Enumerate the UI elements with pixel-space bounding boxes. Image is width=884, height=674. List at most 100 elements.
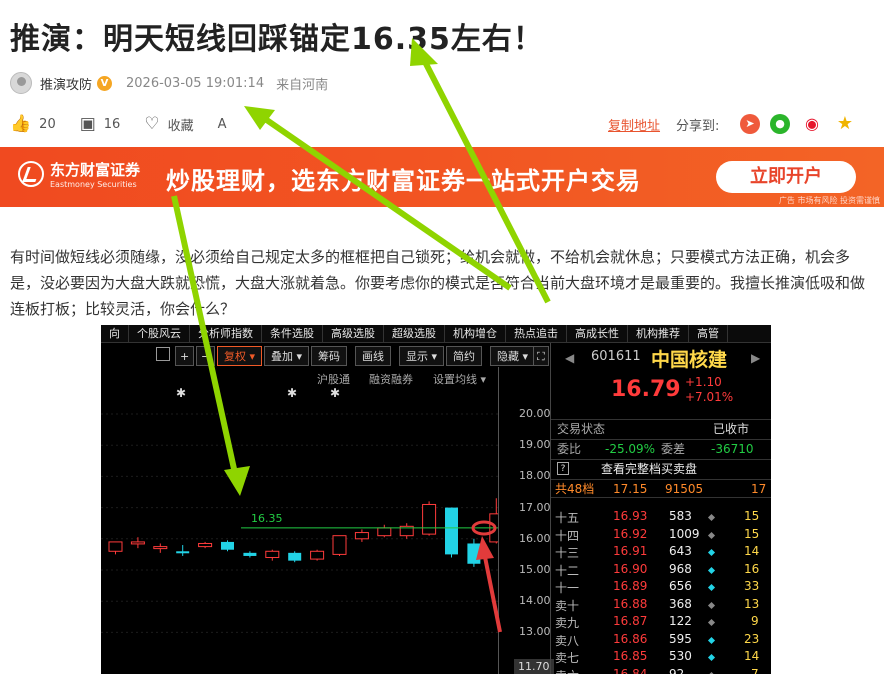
ask-cell: 卖九	[555, 616, 580, 630]
ask-row[interactable]: 卖九 16.87 122 9	[551, 614, 771, 631]
prev-stock-icon[interactable]: ◀	[565, 351, 574, 365]
ask-dot-icon	[707, 653, 716, 662]
font-size-label: A	[217, 116, 227, 132]
ask-cell: 16.93	[613, 509, 648, 523]
ask-row[interactable]: 卖六 16.84 92 7	[551, 667, 771, 674]
avatar[interactable]	[10, 72, 32, 94]
ask-cell: 卖八	[555, 633, 580, 648]
price-tick: 19.00	[519, 438, 551, 452]
share-label: 分享到:	[676, 118, 720, 134]
stock-code: 601611	[591, 349, 641, 364]
ask-cell: 1009	[669, 526, 700, 541]
full-book-row[interactable]: ? 查看完整档买卖盘	[551, 459, 771, 478]
comment-button[interactable]: ▣ 16	[80, 114, 121, 134]
ask-cell: 13	[744, 596, 760, 611]
ask-cell: 15	[744, 509, 760, 523]
candlestick-chart: ✱ ✱ ✱ 16.35	[101, 386, 498, 633]
ask-cell: 卖七	[555, 651, 580, 665]
candle	[310, 549, 325, 561]
share-toutiao-icon[interactable]: ➤	[740, 114, 760, 134]
comment-icon: ▣	[79, 114, 96, 134]
next-stock-icon[interactable]: ▶	[751, 351, 760, 365]
ask-dot-icon	[707, 601, 716, 609]
comment-count: 16	[103, 116, 121, 132]
ask-cell: 15	[744, 526, 760, 541]
candle	[153, 543, 168, 553]
ask-row[interactable]: 卖十 16.88 368 13	[551, 597, 771, 614]
ad-note: 广告 市场有风险 投资需谨慎	[778, 196, 880, 205]
ask-dot-icon	[707, 636, 716, 644]
ask-cell: 16.91	[613, 544, 648, 558]
ask-dot-icon	[707, 566, 716, 574]
full-book-link[interactable]: 查看完整档买卖盘	[601, 460, 697, 479]
copy-link[interactable]: 复制地址	[608, 115, 660, 134]
ask-row[interactable]: 十四 16.92 1009 15	[551, 527, 771, 544]
article-body: 有时间做短线必须随缘，没必须给自己规定太多的框框把自己锁死；给机会就做，不给机会…	[10, 248, 866, 318]
terminal-menu-item[interactable]: 向	[101, 325, 129, 342]
terminal-menu-item[interactable]: 热点追击	[506, 325, 567, 342]
favorite-button[interactable]: ♡ 收藏	[144, 114, 193, 134]
ask-cell: 卖六	[555, 667, 579, 674]
fullscreen-icon[interactable]: ⛶	[533, 346, 549, 366]
event-star-icon: ✱	[176, 386, 186, 400]
overlay-dropdown[interactable]: 叠加 ▾	[264, 346, 310, 366]
candle	[354, 529, 369, 542]
lock-icon[interactable]	[156, 347, 170, 361]
heart-icon: ♡	[144, 114, 160, 134]
ask-cell: 16.92	[613, 526, 648, 541]
stock-name: 中国核建	[651, 349, 728, 371]
terminal-menu-item[interactable]: 分析师指数	[190, 325, 262, 342]
display-dropdown[interactable]: 显示 ▾	[399, 346, 445, 366]
ask-row[interactable]: 十二 16.90 968 16	[551, 562, 771, 579]
candle	[489, 498, 498, 544]
price-tick: 15.00	[519, 563, 551, 576]
draw-line-button[interactable]: 画线	[355, 346, 391, 366]
zoom-out-button[interactable]: −	[196, 346, 216, 366]
candle	[399, 523, 414, 539]
ask-dot-icon	[707, 531, 716, 539]
zoom-in-button[interactable]: +	[175, 346, 195, 366]
help-icon[interactable]: ?	[557, 462, 569, 475]
ask-cell: 十二	[555, 563, 580, 578]
share-wechat-icon[interactable]: ●	[770, 114, 790, 134]
ask-row[interactable]: 卖八 16.86 595 23	[551, 632, 771, 649]
ask-cell: 33	[744, 579, 760, 593]
terminal-menu-item[interactable]: 高成长性	[567, 325, 628, 342]
open-account-button[interactable]: 立即开户	[716, 161, 856, 193]
terminal-menu-item[interactable]: 机构增仓	[445, 325, 506, 342]
terminal-menu-item[interactable]: 高级选股	[323, 325, 384, 342]
ask-cell: 643	[669, 544, 692, 558]
share-qzone-icon[interactable]: ★	[835, 114, 855, 134]
like-button[interactable]: 👍 20	[10, 114, 56, 134]
ask-dot-icon	[707, 513, 716, 522]
simple-button[interactable]: 简约	[446, 346, 482, 366]
terminal-menu-item[interactable]: 机构推荐	[628, 325, 689, 342]
ask-cell: 16	[744, 561, 760, 576]
publish-location: 来自河南	[276, 77, 329, 93]
terminal-menu-item[interactable]: 个股风云	[129, 325, 190, 342]
terminal-menu-item[interactable]: 高管	[689, 325, 728, 342]
ask-row[interactable]: 十五 16.93 583 15	[551, 509, 771, 526]
ask-cell: 十一	[555, 581, 580, 595]
ask-cell: 16.84	[613, 666, 648, 674]
chips-button[interactable]: 筹码	[311, 346, 347, 366]
article-title: 推演：明天短线回踩锚定16.35左右！	[10, 22, 544, 57]
ask-row[interactable]: 十一 16.89 656 33	[551, 579, 771, 596]
ad-banner[interactable]: 东方财富证券 Eastmoney Securities 炒股理财，选东方财富证券…	[0, 147, 884, 207]
terminal-menu-item[interactable]: 条件选股	[262, 325, 323, 342]
eastmoney-logo: 东方财富证券 Eastmoney Securities	[18, 159, 140, 189]
adjust-dropdown[interactable]: 复权 ▾	[217, 346, 263, 366]
font-size-button[interactable]: A	[218, 117, 227, 132]
terminal-menu-item[interactable]: 超级选股	[384, 325, 445, 342]
event-star-icon: ✱	[330, 386, 340, 400]
ask-row[interactable]: 卖七 16.85 530 14	[551, 649, 771, 666]
publish-time: 2026-03-05 19:01:14	[126, 75, 265, 91]
share-weibo-icon[interactable]: ◉	[802, 114, 822, 134]
price-tick-low: 11.70	[514, 659, 554, 674]
hide-dropdown[interactable]: 隐藏 ▾	[490, 346, 536, 366]
author-name[interactable]: 推演攻防	[40, 74, 92, 93]
ask-row[interactable]: 十三 16.91 643 14	[551, 544, 771, 561]
candle	[377, 524, 392, 538]
ask-cell: 十三	[555, 546, 580, 560]
stock-price: 16.79	[611, 377, 681, 402]
